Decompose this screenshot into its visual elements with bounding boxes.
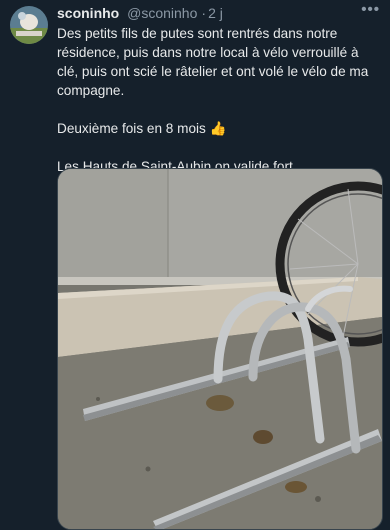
author-name[interactable]: sconinho xyxy=(57,5,119,21)
avatar-image xyxy=(10,6,48,44)
tweet[interactable]: sconinho @sconinho · 2 j ••• Des petits fi… xyxy=(0,0,390,530)
tweet-text-paragraph-1: Des petits fils de putes sont rentrés da… xyxy=(57,26,369,98)
tweet-text-paragraph-2: Deuxième fois en 8 mois 👍 xyxy=(57,121,227,136)
author-handle[interactable]: @sconinho xyxy=(127,5,197,21)
tweet-age[interactable]: 2 j xyxy=(208,5,223,21)
avatar[interactable] xyxy=(10,6,48,44)
more-horizontal-icon[interactable]: ••• xyxy=(361,1,380,19)
bike-rack-photo xyxy=(58,169,382,529)
tweet-text: Des petits fils de putes sont rentrés da… xyxy=(57,24,383,176)
tweet-header: sconinho @sconinho · 2 j xyxy=(57,4,350,22)
separator-dot: · xyxy=(201,5,207,21)
tweet-photo[interactable] xyxy=(57,168,383,530)
